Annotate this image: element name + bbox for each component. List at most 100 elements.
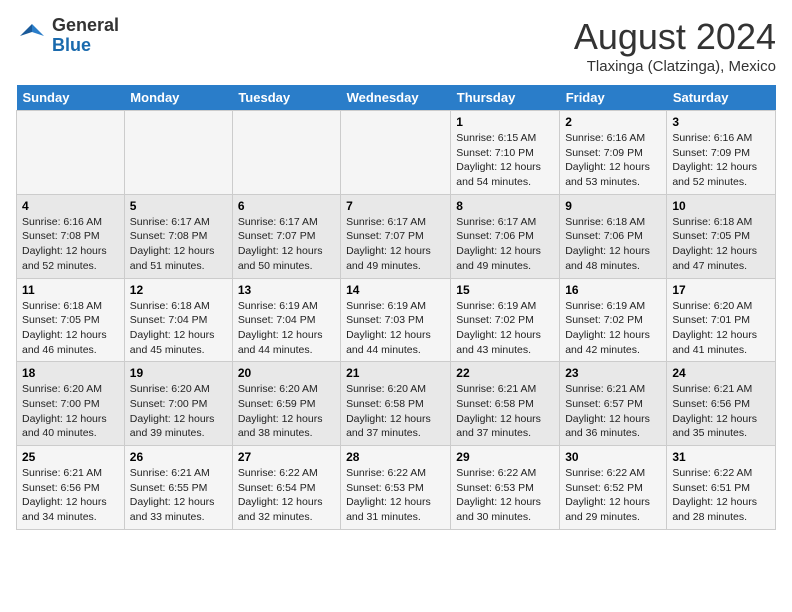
calendar-cell: 5 Sunrise: 6:17 AM Sunset: 7:08 PM Daylig… [124,194,232,278]
calendar-week-5: 25 Sunrise: 6:21 AM Sunset: 6:56 PM Dayli… [17,446,776,530]
calendar-cell: 30Sunrise: 6:22 AM Sunset: 6:52 PM Dayli… [560,446,667,530]
day-info: Sunrise: 6:15 AM Sunset: 7:10 PM Dayligh… [456,131,554,190]
day-number: 15 [456,283,554,297]
day-number: 23 [565,366,661,380]
logo-text: General Blue [52,16,119,56]
day-number: 13 [238,283,335,297]
day-number: 17 [672,283,770,297]
column-header-saturday: Saturday [667,85,776,111]
calendar-cell: 25 Sunrise: 6:21 AM Sunset: 6:56 PM Dayli… [17,446,125,530]
day-info: Sunrise: 6:17 AM Sunset: 7:06 PM Dayligh… [456,215,554,274]
column-header-wednesday: Wednesday [341,85,451,111]
day-number: 29 [456,450,554,464]
day-info: Sunrise: 6:22 AM Sunset: 6:53 PM Dayligh… [346,466,445,525]
calendar-cell: 20Sunrise: 6:20 AM Sunset: 6:59 PM Dayli… [232,362,340,446]
logo-icon [16,20,48,52]
day-number: 6 [238,199,335,213]
calendar-cell: 17 Sunrise: 6:20 AM Sunset: 7:01 PM Dayli… [667,278,776,362]
day-info: Sunrise: 6:17 AM Sunset: 7:07 PM Dayligh… [346,215,445,274]
day-number: 31 [672,450,770,464]
calendar-cell [17,111,125,195]
day-number: 20 [238,366,335,380]
calendar-cell: 23 Sunrise: 6:21 AM Sunset: 6:57 PM Dayli… [560,362,667,446]
day-info: Sunrise: 6:18 AM Sunset: 7:05 PM Dayligh… [672,215,770,274]
calendar-header-row: SundayMondayTuesdayWednesdayThursdayFrid… [17,85,776,111]
month-title: August 2024 [574,16,776,58]
day-number: 3 [672,115,770,129]
day-info: Sunrise: 6:18 AM Sunset: 7:06 PM Dayligh… [565,215,661,274]
day-info: Sunrise: 6:16 AM Sunset: 7:09 PM Dayligh… [565,131,661,190]
day-info: Sunrise: 6:17 AM Sunset: 7:07 PM Dayligh… [238,215,335,274]
day-info: Sunrise: 6:20 AM Sunset: 7:00 PM Dayligh… [22,382,119,441]
day-info: Sunrise: 6:20 AM Sunset: 7:00 PM Dayligh… [130,382,227,441]
day-info: Sunrise: 6:21 AM Sunset: 6:56 PM Dayligh… [672,382,770,441]
calendar-cell: 10 Sunrise: 6:18 AM Sunset: 7:05 PM Dayli… [667,194,776,278]
column-header-tuesday: Tuesday [232,85,340,111]
calendar-cell [232,111,340,195]
day-info: Sunrise: 6:21 AM Sunset: 6:56 PM Dayligh… [22,466,119,525]
day-number: 10 [672,199,770,213]
day-info: Sunrise: 6:21 AM Sunset: 6:57 PM Dayligh… [565,382,661,441]
calendar-cell: 27Sunrise: 6:22 AM Sunset: 6:54 PM Dayli… [232,446,340,530]
calendar-cell: 13Sunrise: 6:19 AM Sunset: 7:04 PM Dayli… [232,278,340,362]
calendar-week-2: 4Sunrise: 6:16 AM Sunset: 7:08 PM Daylig… [17,194,776,278]
calendar-cell: 2 Sunrise: 6:16 AM Sunset: 7:09 PM Daylig… [560,111,667,195]
logo: General Blue [16,16,119,56]
day-info: Sunrise: 6:21 AM Sunset: 6:58 PM Dayligh… [456,382,554,441]
calendar-week-4: 18 Sunrise: 6:20 AM Sunset: 7:00 PM Dayli… [17,362,776,446]
column-header-friday: Friday [560,85,667,111]
calendar-cell: 15 Sunrise: 6:19 AM Sunset: 7:02 PM Dayli… [451,278,560,362]
day-info: Sunrise: 6:19 AM Sunset: 7:03 PM Dayligh… [346,299,445,358]
day-info: Sunrise: 6:20 AM Sunset: 7:01 PM Dayligh… [672,299,770,358]
column-header-thursday: Thursday [451,85,560,111]
day-number: 28 [346,450,445,464]
day-info: Sunrise: 6:20 AM Sunset: 6:58 PM Dayligh… [346,382,445,441]
calendar-cell: 1 Sunrise: 6:15 AM Sunset: 7:10 PM Daylig… [451,111,560,195]
calendar-cell: 16Sunrise: 6:19 AM Sunset: 7:02 PM Dayli… [560,278,667,362]
column-header-sunday: Sunday [17,85,125,111]
day-number: 27 [238,450,335,464]
day-number: 7 [346,199,445,213]
day-info: Sunrise: 6:17 AM Sunset: 7:08 PM Dayligh… [130,215,227,274]
day-info: Sunrise: 6:18 AM Sunset: 7:04 PM Dayligh… [130,299,227,358]
calendar-cell: 11Sunrise: 6:18 AM Sunset: 7:05 PM Dayli… [17,278,125,362]
day-info: Sunrise: 6:21 AM Sunset: 6:55 PM Dayligh… [130,466,227,525]
day-info: Sunrise: 6:18 AM Sunset: 7:05 PM Dayligh… [22,299,119,358]
day-number: 9 [565,199,661,213]
location-title: Tlaxinga (Clatzinga), Mexico [574,58,776,75]
day-number: 25 [22,450,119,464]
calendar-cell: 29Sunrise: 6:22 AM Sunset: 6:53 PM Dayli… [451,446,560,530]
calendar-cell [124,111,232,195]
day-info: Sunrise: 6:19 AM Sunset: 7:02 PM Dayligh… [456,299,554,358]
day-number: 5 [130,199,227,213]
calendar-cell: 24 Sunrise: 6:21 AM Sunset: 6:56 PM Dayli… [667,362,776,446]
day-number: 8 [456,199,554,213]
day-number: 21 [346,366,445,380]
day-number: 1 [456,115,554,129]
day-number: 18 [22,366,119,380]
day-number: 12 [130,283,227,297]
day-number: 24 [672,366,770,380]
day-number: 22 [456,366,554,380]
day-number: 2 [565,115,661,129]
day-number: 26 [130,450,227,464]
day-info: Sunrise: 6:19 AM Sunset: 7:02 PM Dayligh… [565,299,661,358]
day-number: 19 [130,366,227,380]
calendar-cell: 22 Sunrise: 6:21 AM Sunset: 6:58 PM Dayli… [451,362,560,446]
calendar-cell: 26 Sunrise: 6:21 AM Sunset: 6:55 PM Dayli… [124,446,232,530]
calendar-cell: 8 Sunrise: 6:17 AM Sunset: 7:06 PM Daylig… [451,194,560,278]
column-header-monday: Monday [124,85,232,111]
calendar-cell: 18 Sunrise: 6:20 AM Sunset: 7:00 PM Dayli… [17,362,125,446]
page-header: General Blue August 2024 Tlaxinga (Clatz… [16,16,776,75]
calendar-cell [341,111,451,195]
calendar-table: SundayMondayTuesdayWednesdayThursdayFrid… [16,85,776,530]
calendar-cell: 19 Sunrise: 6:20 AM Sunset: 7:00 PM Dayli… [124,362,232,446]
calendar-cell: 21 Sunrise: 6:20 AM Sunset: 6:58 PM Dayli… [341,362,451,446]
day-info: Sunrise: 6:22 AM Sunset: 6:52 PM Dayligh… [565,466,661,525]
calendar-cell: 6 Sunrise: 6:17 AM Sunset: 7:07 PM Daylig… [232,194,340,278]
calendar-cell: 31Sunrise: 6:22 AM Sunset: 6:51 PM Dayli… [667,446,776,530]
calendar-week-1: 1 Sunrise: 6:15 AM Sunset: 7:10 PM Daylig… [17,111,776,195]
title-block: August 2024 Tlaxinga (Clatzinga), Mexico [574,16,776,75]
day-info: Sunrise: 6:16 AM Sunset: 7:09 PM Dayligh… [672,131,770,190]
calendar-cell: 4Sunrise: 6:16 AM Sunset: 7:08 PM Daylig… [17,194,125,278]
